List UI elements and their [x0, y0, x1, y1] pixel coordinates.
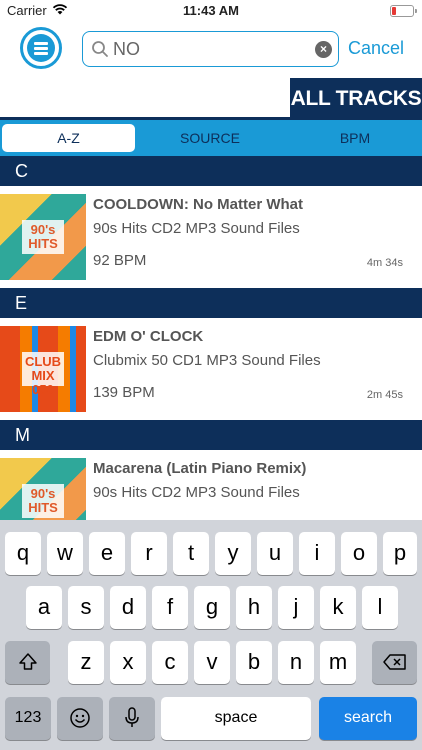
search-field[interactable]: × [82, 31, 339, 67]
key-h[interactable]: h [236, 586, 272, 629]
numbers-key[interactable]: 123 [5, 697, 51, 740]
key-w[interactable]: w [47, 532, 83, 575]
key-n[interactable]: n [278, 641, 314, 684]
status-bar: Carrier 11:43 AM [0, 0, 422, 22]
track-source: 90s Hits CD2 MP3 Sound Files [93, 220, 300, 237]
track-duration: 2m 45s [366, 389, 403, 401]
search-key[interactable]: search [319, 697, 417, 740]
key-e[interactable]: e [89, 532, 125, 575]
key-q[interactable]: q [5, 532, 41, 575]
emoji-icon [70, 708, 90, 728]
track-row[interactable]: 90's HITS COOLDOWN: No Matter What 90s Hi… [0, 186, 422, 288]
space-key[interactable]: space [161, 697, 311, 740]
key-t[interactable]: t [173, 532, 209, 575]
emoji-key[interactable] [57, 697, 103, 740]
search-icon [92, 41, 108, 57]
key-m[interactable]: m [320, 641, 356, 684]
track-title: EDM O' CLOCK [93, 328, 204, 345]
key-x[interactable]: x [110, 641, 146, 684]
menu-button[interactable] [20, 27, 62, 69]
microphone-icon [125, 707, 139, 727]
key-l[interactable]: l [362, 586, 398, 629]
search-input[interactable] [113, 37, 303, 61]
key-b[interactable]: b [236, 641, 272, 684]
key-p[interactable]: p [383, 532, 417, 575]
track-bpm: 139 BPM [93, 384, 155, 401]
key-c[interactable]: c [152, 641, 188, 684]
key-z[interactable]: z [68, 641, 104, 684]
key-v[interactable]: v [194, 641, 230, 684]
key-f[interactable]: f [152, 586, 188, 629]
clock: 11:43 AM [183, 3, 239, 18]
tab-source[interactable]: SOURCE [140, 124, 280, 152]
sort-tabs: A-Z SOURCE BPM [0, 120, 422, 156]
key-u[interactable]: u [257, 532, 293, 575]
clear-search-icon[interactable]: × [315, 41, 332, 58]
album-art: 90's HITS [0, 194, 86, 280]
delete-key[interactable] [372, 641, 417, 684]
track-title: Macarena (Latin Piano Remix) [93, 460, 307, 477]
battery-icon [390, 5, 417, 17]
key-s[interactable]: s [68, 586, 104, 629]
key-j[interactable]: j [278, 586, 314, 629]
key-a[interactable]: a [26, 586, 62, 629]
shift-key[interactable] [5, 641, 50, 684]
key-y[interactable]: y [215, 532, 251, 575]
backspace-icon [382, 654, 406, 670]
track-duration: 4m 34s [366, 257, 403, 269]
keyboard: q w e r t y u i o p a s d f g h j k l z … [0, 520, 422, 750]
page-title: ALL TRACKS [290, 78, 422, 120]
album-art: CLUB MIX 050 [0, 326, 86, 412]
key-r[interactable]: r [131, 532, 167, 575]
key-k[interactable]: k [320, 586, 356, 629]
track-bpm: 92 BPM [93, 252, 147, 269]
dictation-key[interactable] [109, 697, 155, 740]
track-source: 90s Hits CD2 MP3 Sound Files [93, 484, 300, 501]
album-art-text: 90's HITS [22, 220, 64, 254]
menu-icon [27, 34, 55, 62]
section-header-c: C [0, 156, 422, 186]
section-header-m: M [0, 420, 422, 450]
section-header-e: E [0, 288, 422, 318]
shift-icon [18, 653, 37, 670]
tab-bpm[interactable]: BPM [285, 124, 422, 152]
track-source: Clubmix 50 CD1 MP3 Sound Files [93, 352, 321, 369]
album-art-text: 90's HITS [22, 484, 64, 518]
cancel-button[interactable]: Cancel [348, 38, 404, 59]
key-g[interactable]: g [194, 586, 230, 629]
key-o[interactable]: o [341, 532, 377, 575]
tab-a-z[interactable]: A-Z [2, 124, 135, 152]
track-title: COOLDOWN: No Matter What [93, 196, 303, 213]
key-i[interactable]: i [299, 532, 335, 575]
track-row[interactable]: CLUB MIX 050 EDM O' CLOCK Clubmix 50 CD1 … [0, 318, 422, 420]
album-art-text: CLUB MIX 050 [22, 352, 64, 397]
key-d[interactable]: d [110, 586, 146, 629]
